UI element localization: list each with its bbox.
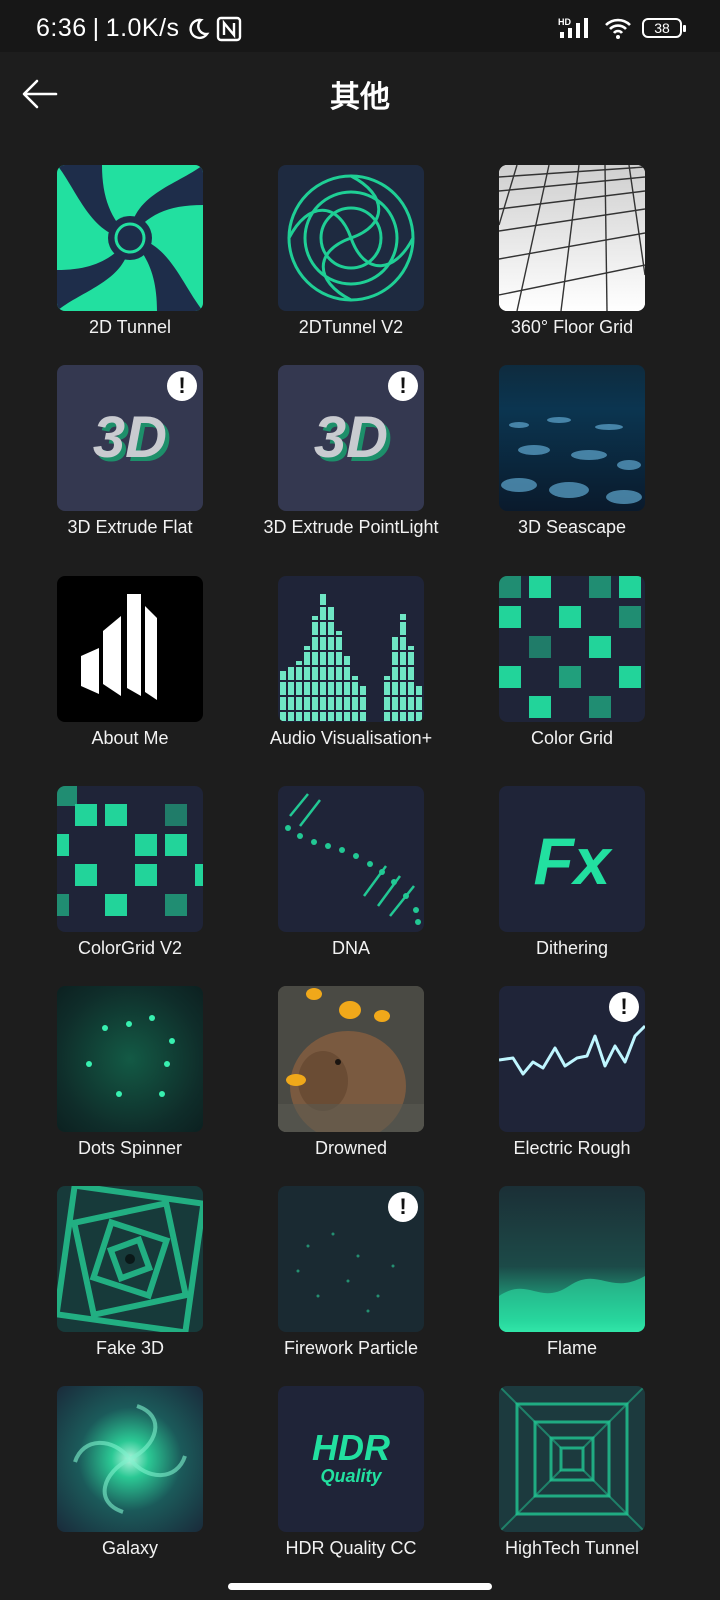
- thumbnail-color-grid: [499, 576, 645, 722]
- effect-label: Dithering: [535, 938, 609, 958]
- effect-label: Electric Rough: [513, 1138, 631, 1158]
- thumbnail-hdr-quality-cc: HDR Quality: [278, 1386, 424, 1532]
- battery-icon: 38: [642, 18, 686, 38]
- thumbnail-audio-visualisation: [278, 576, 424, 722]
- thumbnail-dna: [278, 786, 424, 932]
- thumbnail-2dtunnel-v2: [278, 165, 424, 311]
- thumbnail-dithering: Fx: [499, 786, 645, 932]
- effect-label: Flame: [546, 1338, 597, 1358]
- thumb-3d-text: 3D: [314, 405, 388, 470]
- nfc-icon: [216, 16, 241, 41]
- thumbnail-dots-spinner: [57, 986, 203, 1132]
- effect-label: Firework Particle: [283, 1338, 419, 1358]
- thumbnail-3d-extrude-pointlight: 3D 3D !: [278, 365, 424, 511]
- thumbnail-flame: [499, 1186, 645, 1332]
- status-time: 6:36: [36, 14, 87, 42]
- thumb-quality-text: Quality: [320, 1466, 382, 1486]
- effect-label: HighTech Tunnel: [504, 1538, 640, 1558]
- effect-label: Audio Visualisation+: [269, 728, 433, 748]
- thumb-hdr-text: HDR: [312, 1427, 390, 1468]
- net-speed: 1.0K/s: [105, 14, 180, 42]
- warning-icon: !: [388, 371, 418, 401]
- effect-label: ColorGrid V2: [77, 938, 183, 958]
- thumbnail-hightech-tunnel: [499, 1386, 645, 1532]
- effect-label: 3D Extrude PointLight: [263, 517, 439, 537]
- thumbnail-electric-rough: !: [499, 986, 645, 1132]
- thumbnail-galaxy: [57, 1386, 203, 1532]
- thumbnail-3d-extrude-flat: 3D 3D !: [57, 365, 203, 511]
- page-title: 其他: [330, 81, 390, 114]
- battery-level: 38: [654, 20, 670, 36]
- status-bar: 6:36 | 1.0K/s HD 38: [0, 0, 720, 52]
- effect-label: 2D Tunnel: [88, 317, 172, 337]
- app-header: 其他: [0, 52, 720, 132]
- effect-label: Fake 3D: [95, 1338, 165, 1358]
- thumbnail-colorgrid-v2: [57, 786, 203, 932]
- thumbnail-firework-particle: !: [278, 1186, 424, 1332]
- effect-label: HDR Quality CC: [285, 1538, 417, 1558]
- effect-label: 3D Extrude Flat: [67, 517, 193, 537]
- thumbnail-about-me: [57, 576, 203, 722]
- signal-icon: HD: [558, 17, 588, 38]
- effect-label: Galaxy: [101, 1538, 159, 1558]
- wifi-icon: [605, 18, 631, 39]
- effect-label: Color Grid: [530, 728, 614, 748]
- moon-icon: [189, 18, 209, 39]
- warning-icon: !: [388, 1192, 418, 1222]
- network-badge: HD: [558, 17, 571, 27]
- thumbnail-drowned: [278, 986, 424, 1132]
- thumbnail-3d-seascape: [499, 365, 645, 511]
- thumbnail-360-floor-grid: [499, 165, 645, 311]
- warning-icon: !: [609, 992, 639, 1022]
- effect-label: DNA: [331, 938, 370, 958]
- home-indicator[interactable]: [228, 1583, 492, 1590]
- thumbnail-fake-3d: [57, 1186, 203, 1332]
- effect-label: 360° Floor Grid: [510, 317, 634, 337]
- thumb-3d-text: 3D: [93, 405, 167, 470]
- thumb-fx-text: Fx: [533, 824, 612, 898]
- effect-label: 3D Seascape: [517, 517, 627, 537]
- thumbnail-2d-tunnel: [57, 165, 203, 311]
- effect-label: Drowned: [314, 1138, 388, 1158]
- effect-label: Dots Spinner: [77, 1138, 183, 1158]
- effect-label: 2DTunnel V2: [298, 317, 404, 337]
- effect-label: About Me: [91, 728, 169, 748]
- warning-icon: !: [167, 371, 197, 401]
